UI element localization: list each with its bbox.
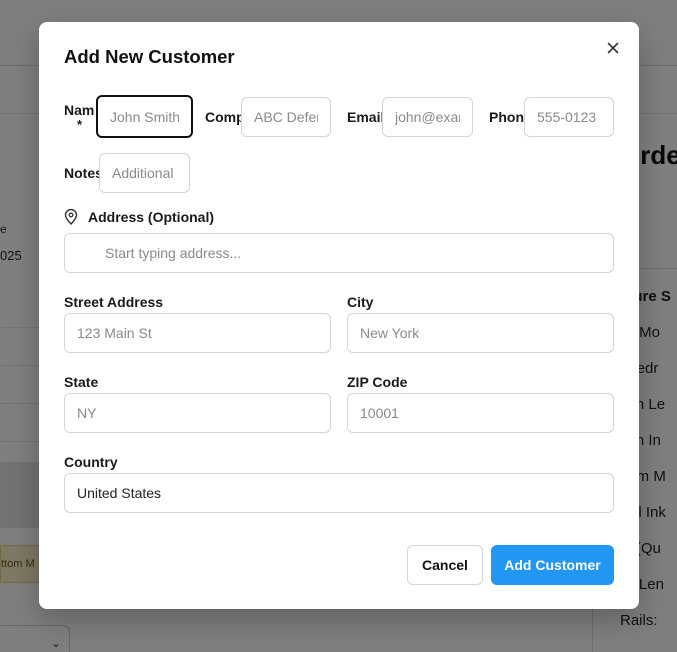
street-label: Street Address [64,294,164,310]
street-input[interactable] [64,313,331,353]
country-input[interactable] [64,473,614,513]
email-input[interactable] [382,97,473,137]
notes-label: Notes [64,165,100,181]
zip-input[interactable] [347,393,614,433]
city-label: City [347,294,374,310]
company-label: Company [205,109,242,125]
country-label: Country [64,454,118,470]
phone-label: Phone [489,109,525,125]
map-pin-icon [64,209,78,225]
address-section-header: Address (Optional) [64,208,214,226]
required-marker: * [77,117,83,132]
city-input[interactable] [347,313,614,353]
add-customer-dialog: Add New Customer Name * Company Email Ph… [39,22,639,609]
email-label: Email [347,109,385,125]
phone-input[interactable] [524,97,614,137]
notes-input[interactable] [99,153,190,193]
state-input[interactable] [64,393,331,433]
zip-label: ZIP Code [347,374,408,390]
name-input[interactable] [96,95,193,138]
close-icon [607,42,619,54]
address-section-label: Address (Optional) [88,209,215,225]
name-label: Name [64,102,97,118]
state-label: State [64,374,99,390]
close-button[interactable] [603,38,623,58]
dialog-title: Add New Customer [64,46,235,67]
company-input[interactable] [241,97,331,137]
add-customer-button[interactable]: Add Customer [491,545,614,585]
cancel-button[interactable]: Cancel [407,545,483,585]
address-search-input[interactable] [64,233,614,273]
